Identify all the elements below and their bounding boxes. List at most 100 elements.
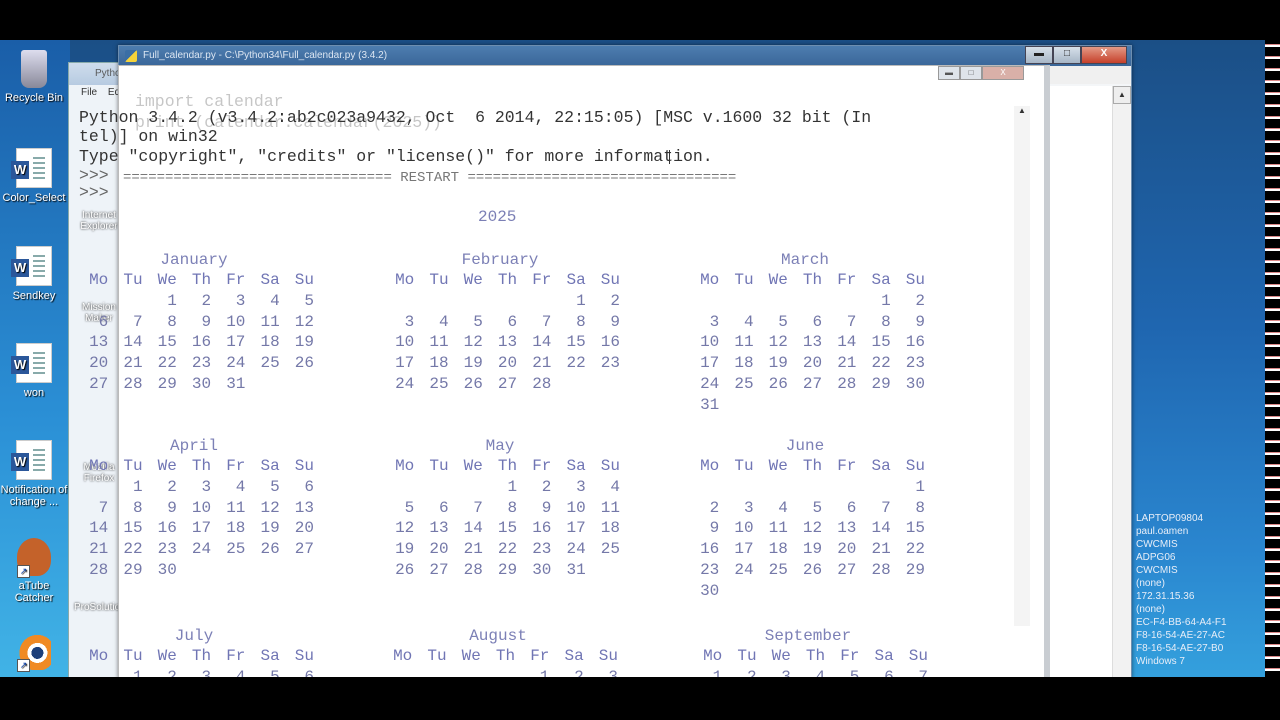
- day-cell: 22: [905, 540, 925, 559]
- day-cell: 19: [395, 540, 415, 559]
- day-cell: 21: [463, 540, 483, 559]
- day-cell: 28: [89, 560, 109, 579]
- system-info-hostname: LAPTOP09804: [1136, 513, 1204, 524]
- day-cell: [414, 477, 448, 498]
- shell-menu-file[interactable]: File: [81, 87, 97, 98]
- week-row: 19 20 21 22 23 24 25: [380, 539, 620, 560]
- shell-maximize-button[interactable]: □: [960, 66, 982, 80]
- day-cell: 1: [576, 291, 586, 310]
- desktop-icon-sendkey[interactable]: W Sendkey: [0, 246, 68, 302]
- weekday-label: Th: [191, 647, 212, 665]
- month-title: June: [785, 437, 825, 455]
- day-cell: 3: [201, 477, 212, 496]
- weekday-header-row: Mo Tu We Th Fr Sa Su: [380, 270, 620, 291]
- day-cell: 12: [463, 333, 483, 352]
- shell-minimize-button[interactable]: ▬: [938, 66, 960, 80]
- shell-banner-line-1: Python 3.4.2 (v3.4.2:ab2c023a9432, Oct 6…: [79, 108, 872, 127]
- shell-scrollbar[interactable]: ▲: [1014, 106, 1030, 626]
- day-cell: 2: [709, 498, 720, 517]
- editor-scrollbar[interactable]: ▲: [1112, 86, 1131, 677]
- day-cell: 15: [871, 333, 891, 352]
- month-title: March: [780, 251, 829, 269]
- day-cell: 2: [915, 291, 925, 310]
- day-cell: 4: [438, 312, 449, 331]
- weekday-label: Th: [497, 271, 518, 289]
- day-cell: 22: [871, 354, 891, 373]
- day-cell: 2: [167, 477, 177, 496]
- system-info-ip: 172.31.15.36: [1136, 591, 1195, 602]
- day-cell: 18: [768, 540, 788, 559]
- close-button[interactable]: X: [1081, 46, 1127, 64]
- day-cell: 9: [201, 312, 212, 331]
- scroll-up-arrow-icon[interactable]: ▲: [1014, 106, 1030, 120]
- desktop-icon-notification[interactable]: W Notification of change ...: [0, 440, 68, 508]
- weekday-label: Su: [905, 457, 925, 475]
- day-cell: 2: [201, 291, 212, 310]
- weekday-label: Th: [191, 457, 212, 475]
- day-cell: 6: [304, 477, 314, 496]
- day-cell: 30: [157, 560, 177, 579]
- day-cell: 8: [167, 312, 177, 331]
- desktop-icon-color-select[interactable]: W Color_Select: [0, 148, 68, 204]
- day-cell: 6: [438, 498, 449, 517]
- day-cell: 23: [700, 560, 720, 579]
- day-cell: [685, 291, 719, 312]
- day-cell: 24: [191, 540, 212, 559]
- day-cell: 22: [497, 540, 518, 559]
- day-cell: 7: [846, 312, 857, 331]
- weekday-header-row: Mo Tu We Th Fr Sa Su: [688, 646, 928, 667]
- day-cell: 2: [541, 477, 552, 496]
- day-cell: 23: [191, 354, 212, 373]
- day-cell: 16: [905, 333, 925, 352]
- day-cell: 21: [532, 354, 552, 373]
- restart-separator: ================================ RESTART…: [123, 170, 737, 186]
- weekday-label: Sa: [871, 271, 891, 289]
- day-cell: 11: [226, 498, 246, 517]
- desktop-icon-label: Notification of change ...: [0, 484, 68, 508]
- day-cell: 28: [837, 374, 857, 393]
- day-cell: 28: [123, 374, 143, 393]
- week-row: 13 14 15 16 17 18 19: [74, 332, 314, 353]
- system-info-workgroup: CWCMIS: [1136, 565, 1178, 576]
- day-cell: 26: [294, 354, 314, 373]
- desktop-icon-won[interactable]: W won: [0, 343, 68, 399]
- scroll-up-arrow-icon[interactable]: ▲: [1113, 86, 1131, 104]
- month-block: April Mo Tu We Th Fr Sa Su 1 2 3 4 5 6 7 8 9 10 11 12 13 14 15…: [74, 436, 314, 581]
- day-cell: 3: [743, 498, 754, 517]
- desktop-icon-recycle-bin[interactable]: Recycle Bin: [0, 50, 68, 104]
- day-cell: 12: [294, 312, 314, 331]
- desktop-icon-blender[interactable]: ↗: [0, 632, 68, 674]
- day-cell: 11: [429, 333, 449, 352]
- weekday-header-row: Mo Tu We Th Fr Sa Su: [380, 456, 620, 477]
- day-cell: [856, 581, 890, 602]
- weekday-label: We: [768, 271, 788, 289]
- day-cell: [245, 374, 279, 395]
- system-info-os: Windows 7: [1136, 656, 1185, 667]
- weekday-label: We: [771, 647, 791, 665]
- day-cell: 7: [98, 498, 109, 517]
- minimize-button[interactable]: ▬: [1025, 46, 1053, 64]
- day-cell: 5: [270, 477, 280, 496]
- month-title: February: [461, 251, 539, 269]
- day-cell: 17: [226, 333, 246, 352]
- day-cell: 18: [600, 519, 620, 538]
- week-row: 12 13 14 15 16 17 18: [380, 518, 620, 539]
- week-row: 17 18 19 20 21 22 23: [380, 353, 620, 374]
- day-cell: [719, 477, 753, 498]
- day-cell: 14: [871, 519, 891, 538]
- desktop-icon-atube-catcher[interactable]: ↗ aTube Catcher: [0, 538, 68, 604]
- day-cell: 28: [463, 560, 483, 579]
- maximize-button[interactable]: □: [1053, 46, 1081, 64]
- day-cell: 24: [734, 560, 754, 579]
- weekday-label: Fr: [226, 457, 246, 475]
- week-row: 17 18 19 20 21 22 23: [685, 353, 925, 374]
- word-document-icon: W: [11, 343, 52, 383]
- glove-icon: ↗: [17, 538, 51, 578]
- desktop-icon-label: Sendkey: [12, 290, 56, 302]
- day-cell: [74, 291, 108, 312]
- weekday-label: Tu: [734, 457, 754, 475]
- editor-title-bar[interactable]: Full_calendar.py - C:\Python34\Full_cale…: [119, 46, 1131, 66]
- shell-close-button[interactable]: X: [982, 66, 1024, 80]
- day-cell: [856, 395, 890, 416]
- day-cell: [822, 581, 856, 602]
